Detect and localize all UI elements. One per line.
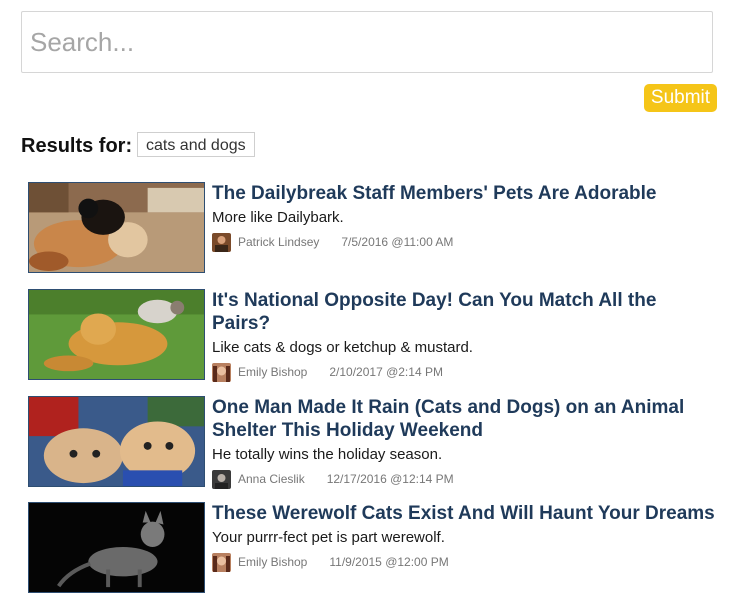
- author-name[interactable]: Anna Cieslik: [238, 472, 305, 486]
- result-item[interactable]: The Dailybreak Staff Members' Pets Are A…: [28, 182, 718, 274]
- avatar: [212, 232, 231, 252]
- result-title[interactable]: These Werewolf Cats Exist And Will Haunt…: [212, 502, 718, 525]
- search-input[interactable]: [22, 12, 712, 72]
- result-item[interactable]: One Man Made It Rain (Cats and Dogs) on …: [28, 396, 718, 489]
- result-thumbnail[interactable]: [28, 396, 205, 487]
- result-meta: Anna Cieslik 12/17/2016 @12:14 PM: [212, 469, 718, 489]
- avatar: [212, 552, 231, 572]
- result-title[interactable]: One Man Made It Rain (Cats and Dogs) on …: [212, 396, 718, 442]
- publish-date: 2/10/2017 @2:14 PM: [329, 365, 443, 379]
- result-meta: Emily Bishop 11/9/2015 @12:00 PM: [212, 552, 718, 572]
- author-name[interactable]: Emily Bishop: [238, 555, 307, 569]
- search-field[interactable]: [21, 11, 713, 73]
- results-for-label: Results for:: [21, 135, 133, 157]
- result-subtitle: He totally wins the holiday season.: [212, 446, 443, 463]
- result-thumbnail[interactable]: [28, 182, 205, 273]
- dogs-on-floor-image: [29, 183, 204, 272]
- avatar: [212, 469, 231, 489]
- result-thumbnail[interactable]: [28, 502, 205, 593]
- result-item[interactable]: It's National Opposite Day! Can You Matc…: [28, 289, 718, 382]
- query-tag: cats and dogs: [137, 132, 255, 157]
- author-name[interactable]: Patrick Lindsey: [238, 235, 319, 249]
- result-subtitle: Your purrr-fect pet is part werewolf.: [212, 529, 445, 546]
- submit-button[interactable]: Submit: [644, 84, 717, 112]
- publish-date: 12/17/2016 @12:14 PM: [326, 472, 454, 486]
- avatar: [212, 362, 231, 382]
- holiday-cats-image: [29, 397, 204, 486]
- result-meta: Patrick Lindsey 7/5/2016 @11:00 AM: [212, 232, 718, 252]
- dog-and-cat-grass-image: [29, 290, 204, 379]
- result-thumbnail[interactable]: [28, 289, 205, 380]
- werewolf-cat-image: [29, 503, 204, 592]
- publish-date: 7/5/2016 @11:00 AM: [341, 235, 454, 249]
- author-name[interactable]: Emily Bishop: [238, 365, 307, 379]
- result-subtitle: Like cats & dogs or ketchup & mustard.: [212, 339, 473, 356]
- publish-date: 11/9/2015 @12:00 PM: [329, 555, 449, 569]
- result-item[interactable]: These Werewolf Cats Exist And Will Haunt…: [28, 502, 718, 594]
- result-meta: Emily Bishop 2/10/2017 @2:14 PM: [212, 362, 718, 382]
- result-title[interactable]: It's National Opposite Day! Can You Matc…: [212, 289, 718, 335]
- result-subtitle: More like Dailybark.: [212, 209, 344, 226]
- result-title[interactable]: The Dailybreak Staff Members' Pets Are A…: [212, 182, 718, 205]
